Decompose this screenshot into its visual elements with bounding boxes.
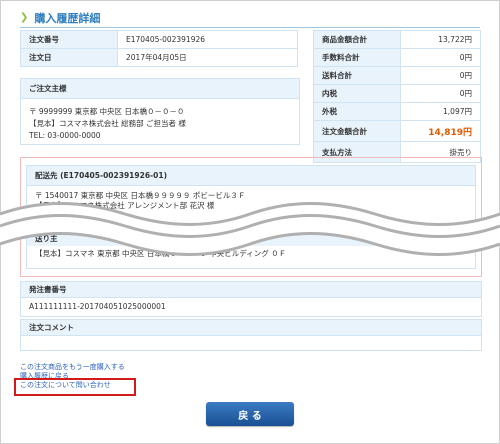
total-value: 14,819円 <box>400 120 481 142</box>
fee-value: 0円 <box>400 48 481 67</box>
shipping-fee-label: 送料合計 <box>313 66 401 85</box>
table-row: 手数料合計 0円 <box>313 48 481 67</box>
comment-section: 注文コメント <box>20 319 482 351</box>
subtotal-label: 商品金額合計 <box>313 30 401 49</box>
orderer-section: ご注文主様 〒 9999999 東京都 中央区 日本橋０－０－０ 【見本】コスマ… <box>20 78 300 145</box>
comment-label: 注文コメント <box>21 320 481 336</box>
torn-paper-wave-overlay <box>0 202 500 256</box>
table-row: 送料合計 0円 <box>313 66 481 85</box>
inquiry-highlight-box <box>14 378 136 396</box>
back-button[interactable]: 戻 る <box>206 402 294 426</box>
table-row: 内税 0円 <box>313 84 481 103</box>
title-divider <box>20 27 480 28</box>
po-number-value: A111111111-201704051025000001 <box>29 302 166 311</box>
orderer-phone: TEL: 03-0000-0000 <box>29 131 101 140</box>
order-date-label: 注文日 <box>20 48 118 67</box>
table-row: 注文金額合計 14,819円 <box>313 120 481 142</box>
shipping-fee-value: 0円 <box>400 66 481 85</box>
orderer-heading: ご注文主様 <box>21 79 299 99</box>
fee-label: 手数料合計 <box>313 48 401 67</box>
table-row: 注文日 2017年04月05日 <box>20 48 298 67</box>
page-title-text: 購入履歴詳細 <box>34 12 101 25</box>
table-row: 外税 1,097円 <box>313 102 481 121</box>
orderer-address: 〒 9999999 東京都 中央区 日本橋０－０－０ <box>29 107 185 116</box>
inner-tax-value: 0円 <box>400 84 481 103</box>
chevron-right-icon: ❯ <box>20 12 29 23</box>
total-label: 注文金額合計 <box>313 120 401 142</box>
table-row: 注文番号 E170405-002391926 <box>20 30 298 49</box>
orderer-company: 【見本】コスマネ株式会社 総務部 ご担当者 様 <box>29 119 186 128</box>
order-info-table: 注文番号 E170405-002391926 注文日 2017年04月05日 <box>20 30 298 67</box>
outer-tax-value: 1,097円 <box>400 102 481 121</box>
po-number-section: 発注書番号 A111111111-201704051025000001 <box>20 281 482 317</box>
price-summary-table: 商品金額合計 13,722円 手数料合計 0円 送料合計 0円 内税 0円 外税 1,09… <box>313 30 481 163</box>
order-number-value: E170405-002391926 <box>117 30 298 49</box>
table-row: 商品金額合計 13,722円 <box>313 30 481 49</box>
order-number-label: 注文番号 <box>20 30 118 49</box>
subtotal-value: 13,722円 <box>400 30 481 49</box>
shipping-heading: 配送先 (E170405-002391926-01) <box>27 166 475 186</box>
order-date-value: 2017年04月05日 <box>117 48 298 67</box>
outer-tax-label: 外税 <box>313 102 401 121</box>
inner-tax-label: 内税 <box>313 84 401 103</box>
reorder-link[interactable]: この注文商品をもう一度購入する <box>20 363 125 372</box>
page-title: ❯ 購入履歴詳細 <box>20 10 100 26</box>
po-number-label: 発注書番号 <box>21 282 481 298</box>
comment-value <box>21 336 481 350</box>
